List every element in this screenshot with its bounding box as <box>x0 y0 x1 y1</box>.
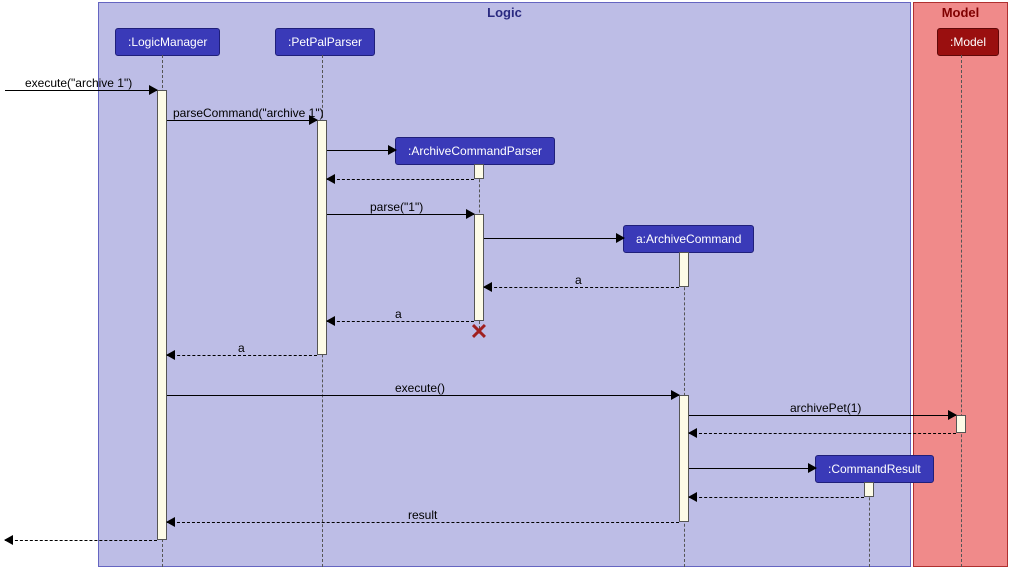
participant-model: :Model <box>937 28 999 56</box>
msg-execute-empty: execute() <box>395 381 445 395</box>
arrowhead-create-cr <box>808 463 817 473</box>
arrow-create-ac <box>484 238 624 239</box>
msg-parse1: parse("1") <box>370 200 423 214</box>
arrowhead-return-external <box>4 535 13 545</box>
participant-command-result: :CommandResult <box>815 455 934 483</box>
lifeline-model <box>961 55 962 567</box>
arrow-archive-pet <box>689 415 956 416</box>
logic-frame-label: Logic <box>487 3 522 22</box>
activation-ac-2 <box>679 395 689 522</box>
arrow-return-acp1 <box>327 179 474 180</box>
sequence-diagram: Logic Model :LogicManager :PetPalParser … <box>0 0 1011 569</box>
msg-parsecommand: parseCommand("archive 1") <box>173 106 324 120</box>
msg-return-a1: a <box>575 273 582 287</box>
arrowhead-result <box>166 517 175 527</box>
arrow-return-a3 <box>167 355 317 356</box>
arrow-execute-empty <box>167 395 679 396</box>
participant-archive-command: a:ArchiveCommand <box>623 225 754 253</box>
arrowhead-return-acp1 <box>326 174 335 184</box>
arrowhead-return-model <box>688 428 697 438</box>
arrow-return-model <box>689 433 956 434</box>
activation-ac-1 <box>679 252 689 287</box>
model-frame-label: Model <box>942 3 980 22</box>
arrowhead-execute-empty <box>671 390 680 400</box>
arrowhead-create-ac <box>616 233 625 243</box>
arrow-return-a1 <box>484 287 679 288</box>
arrowhead-return-a1 <box>483 282 492 292</box>
arrow-create-cr <box>689 468 816 469</box>
activation-acp-2 <box>474 214 484 321</box>
arrow-return-a2 <box>327 321 474 322</box>
msg-return-a2: a <box>395 307 402 321</box>
arrowhead-return-a2 <box>326 316 335 326</box>
msg-archive-pet: archivePet(1) <box>790 401 861 415</box>
arrow-return-cr <box>689 497 864 498</box>
arrow-return-external <box>5 540 157 541</box>
arrowhead-archive-pet <box>948 410 957 420</box>
msg-return-a3: a <box>238 341 245 355</box>
activation-model <box>956 415 966 433</box>
participant-petpal-parser: :PetPalParser <box>275 28 375 56</box>
logic-frame: Logic <box>98 2 911 567</box>
arrow-execute1 <box>5 90 157 91</box>
arrowhead-parse1 <box>466 209 475 219</box>
arrowhead-return-cr <box>688 492 697 502</box>
msg-execute1: execute("archive 1") <box>25 76 132 90</box>
arrow-create-acp <box>327 150 396 151</box>
arrow-result <box>167 522 679 523</box>
participant-archive-command-parser: :ArchiveCommandParser <box>395 137 555 165</box>
destroy-acp-icon: ✕ <box>470 319 488 345</box>
arrow-parsecommand <box>167 120 317 121</box>
activation-command-result <box>864 482 874 497</box>
arrowhead-return-a3 <box>166 350 175 360</box>
arrowhead-execute1 <box>149 85 158 95</box>
arrow-parse1 <box>327 214 474 215</box>
participant-logic-manager: :LogicManager <box>115 28 220 56</box>
arrowhead-parsecommand <box>309 115 318 125</box>
activation-acp-1 <box>474 164 484 179</box>
msg-result: result <box>408 508 437 522</box>
arrowhead-create-acp <box>388 145 397 155</box>
activation-logic-manager <box>157 90 167 540</box>
